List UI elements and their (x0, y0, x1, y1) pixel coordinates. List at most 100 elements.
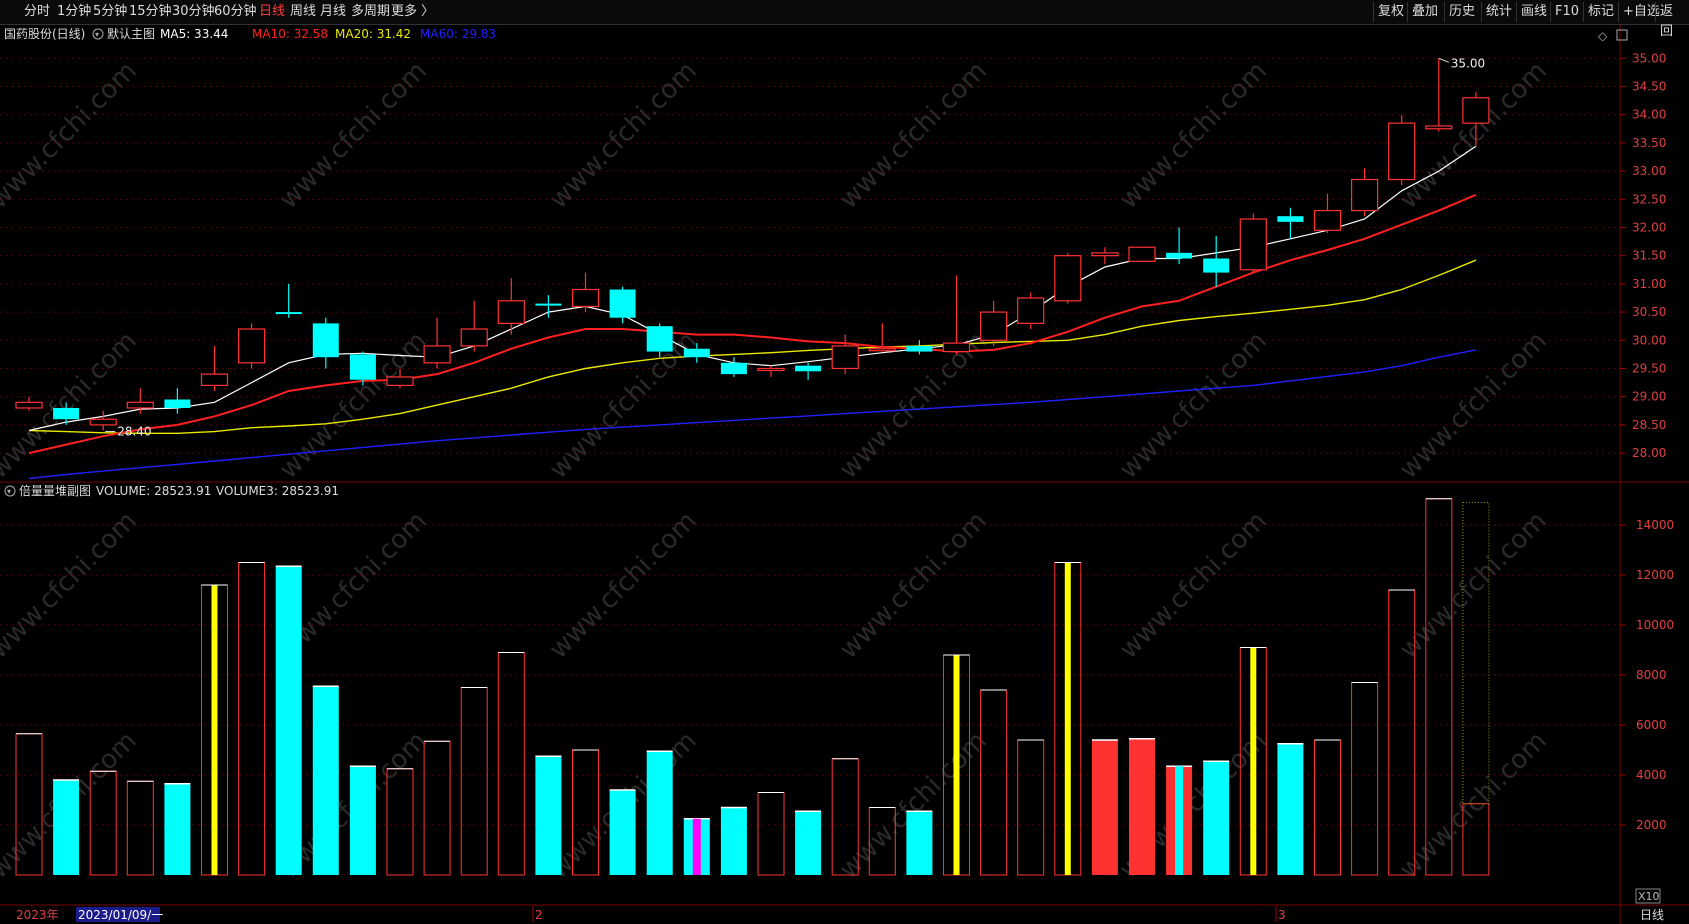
candle-body (1388, 122, 1416, 181)
volume-legend-item: VOLUME: 28523.91 (96, 484, 211, 498)
candle[interactable] (1017, 292, 1045, 329)
volume-bar[interactable] (497, 652, 525, 876)
candle-body (1462, 97, 1490, 124)
candle[interactable] (126, 388, 154, 414)
candle[interactable] (571, 272, 600, 313)
volume-tick-label: 6000 (1636, 718, 1667, 732)
high-pointer (1438, 57, 1449, 63)
candle-body (979, 311, 1008, 341)
volume-bar[interactable] (275, 565, 302, 875)
period-tab-8[interactable]: 月线 (320, 3, 346, 21)
volume-bar[interactable] (1166, 765, 1193, 875)
volume-bar[interactable] (1277, 743, 1304, 875)
toolbar-button-4[interactable]: 画线 (1516, 2, 1551, 22)
volume-bar[interactable] (460, 687, 488, 876)
period-tab-10[interactable]: 更多 〉 (391, 3, 434, 21)
volume-marker (211, 585, 218, 875)
candle[interactable] (609, 286, 636, 324)
price-tick-label: 34.50 (1632, 79, 1666, 93)
volume-bar[interactable] (795, 810, 822, 875)
candle[interactable] (1203, 235, 1230, 287)
candle[interactable] (1239, 213, 1267, 273)
volume-bar[interactable] (720, 806, 747, 876)
period-tab-5[interactable]: 60分钟 (214, 3, 257, 21)
volume-bar[interactable] (1351, 682, 1379, 876)
period-tab-9[interactable]: 多周期 (351, 3, 390, 21)
candle[interactable] (1425, 58, 1453, 132)
subchart-title[interactable]: 倍量量堆副图 (19, 483, 91, 498)
volume-bar[interactable] (1054, 562, 1082, 876)
candle-body (906, 345, 933, 352)
candle[interactable] (535, 295, 562, 318)
candle[interactable] (757, 365, 785, 377)
candle[interactable] (906, 340, 933, 355)
toolbar-button-8[interactable]: 返回 (1655, 2, 1689, 39)
diamond-icon[interactable]: ◇ (1598, 29, 1608, 43)
candle[interactable] (1091, 247, 1119, 265)
candle[interactable] (1277, 207, 1304, 239)
candle[interactable] (1313, 193, 1342, 234)
candle[interactable] (795, 362, 822, 380)
candle[interactable] (1054, 252, 1082, 304)
candle-body (89, 418, 117, 426)
candle[interactable] (89, 410, 117, 431)
watermark-text: www.cfchi.com (1114, 326, 1273, 485)
toolbar-button-2[interactable]: 历史 (1444, 2, 1479, 22)
watermark-text: www.cfchi.com (1394, 506, 1553, 665)
price-tick-label: 32.50 (1632, 192, 1666, 206)
volume-bar[interactable] (164, 783, 191, 875)
period-tab-3[interactable]: 15分钟 (129, 3, 172, 21)
toolbar-button-0[interactable]: 复权 (1373, 2, 1408, 22)
watermark-text: www.cfchi.com (0, 506, 143, 665)
volume-bar[interactable] (1091, 739, 1118, 875)
template-label[interactable]: 默认主图 (107, 26, 155, 41)
candle[interactable] (831, 334, 859, 375)
candle[interactable] (1128, 246, 1156, 262)
volume-bar[interactable] (53, 779, 80, 875)
candle[interactable] (312, 317, 339, 369)
volume-bar[interactable] (1017, 739, 1045, 876)
volume-bar[interactable] (683, 818, 710, 875)
volume-bar[interactable] (312, 685, 339, 875)
period-tab-0[interactable]: 分时 (24, 3, 50, 21)
period-tab-4[interactable]: 30分钟 (172, 3, 215, 21)
year-label: 2023年 (16, 908, 59, 922)
volume-bar[interactable] (1203, 760, 1230, 875)
volume-bar-body (1277, 743, 1304, 875)
volume-bar[interactable] (980, 689, 1008, 876)
period-tab-7[interactable]: 周线 (290, 3, 316, 21)
kline-chart[interactable]: www.cfchi.com www.cfchi.com www.cfchi.com w… (0, 25, 1689, 924)
period-tab-2[interactable]: 5分钟 (93, 3, 127, 21)
volume-bar[interactable] (126, 780, 154, 876)
candle-body (1313, 209, 1342, 231)
volume-bar[interactable] (906, 810, 933, 875)
candle[interactable] (497, 278, 525, 335)
toolbar-button-5[interactable]: F10 (1550, 2, 1583, 22)
volume-bar[interactable] (535, 755, 562, 875)
toolbar-button-6[interactable]: 标记 (1583, 2, 1618, 22)
candle[interactable] (164, 388, 191, 414)
volume-bar-body (646, 751, 673, 875)
toolbar-button-3[interactable]: 统计 (1481, 2, 1516, 22)
volume-bar[interactable] (238, 562, 266, 876)
volume-bar[interactable] (1314, 739, 1341, 876)
volume-bar[interactable] (757, 792, 785, 876)
month-label: 3 (1278, 908, 1286, 922)
period-tab-1[interactable]: 1分钟 (57, 3, 91, 21)
candle[interactable] (460, 300, 488, 352)
candle[interactable] (238, 323, 266, 369)
volume-bar[interactable] (349, 765, 376, 875)
volume-bar[interactable] (201, 584, 228, 876)
volume-bar[interactable] (1129, 738, 1155, 875)
volume-bar[interactable] (646, 750, 673, 875)
maximize-icon[interactable] (1616, 29, 1628, 41)
candle[interactable] (1388, 114, 1416, 186)
candle[interactable] (275, 283, 302, 318)
toolbar-button-1[interactable]: 叠加 (1407, 2, 1442, 22)
volume-bar[interactable] (423, 740, 451, 876)
period-tab-6[interactable]: 日线 (259, 3, 285, 21)
candle[interactable] (942, 275, 971, 355)
candle[interactable] (979, 300, 1008, 346)
volume-bar[interactable] (609, 789, 636, 875)
candle[interactable] (1350, 168, 1379, 217)
